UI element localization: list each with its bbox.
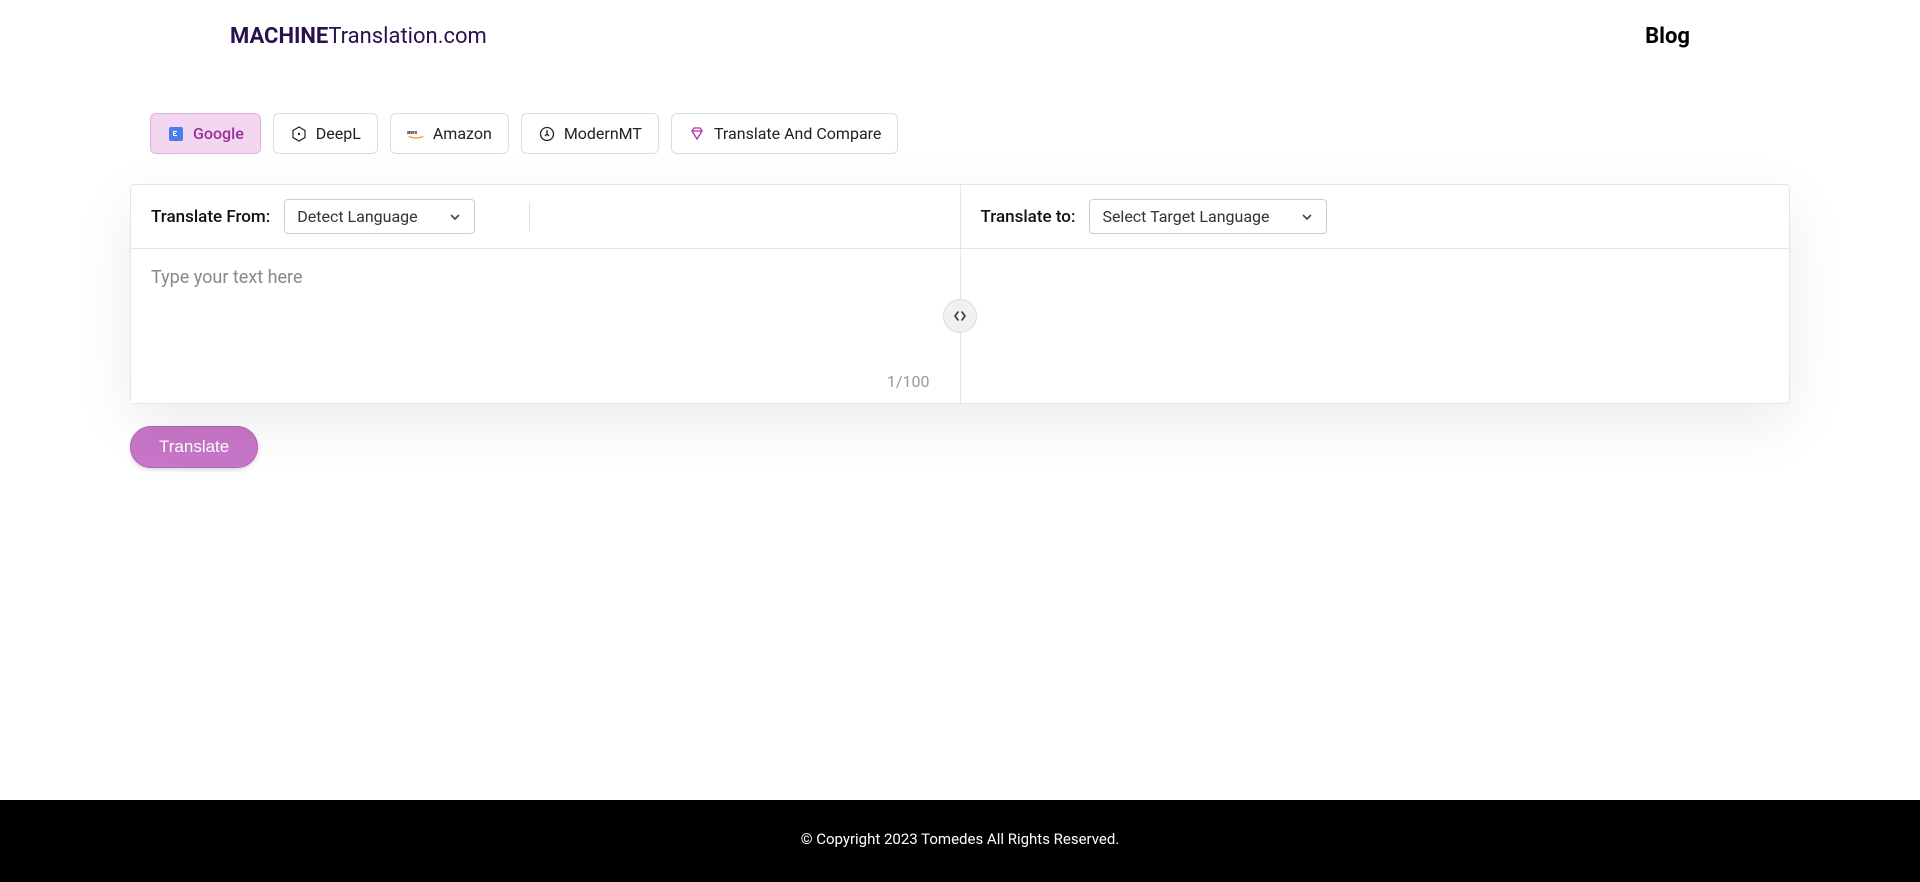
character-count: 1/100	[887, 372, 930, 391]
target-language-select[interactable]: Select Target Language	[1089, 199, 1326, 234]
engine-tabs: Google DeepL aws Amazon ModernMT Transla…	[150, 113, 1790, 154]
engine-tab-deepl[interactable]: DeepL	[273, 113, 378, 154]
source-pane-header: Translate From: Detect Language	[131, 185, 960, 249]
site-logo[interactable]: MACHINETranslation.com	[230, 24, 487, 49]
target-language-value: Select Target Language	[1102, 207, 1269, 226]
tab-label: Amazon	[433, 124, 492, 143]
google-icon	[167, 125, 185, 143]
logo-rest: Translation.com	[328, 24, 487, 49]
swap-icon	[952, 308, 968, 324]
translator-card: Translate From: Detect Language 1/100 Tr…	[130, 184, 1790, 404]
svg-text:aws: aws	[407, 130, 417, 136]
tab-label: Google	[193, 124, 244, 143]
diamond-icon	[688, 125, 706, 143]
target-text-output	[961, 249, 1790, 403]
blog-link[interactable]: Blog	[1645, 24, 1690, 49]
chevron-down-icon	[448, 210, 462, 224]
divider	[529, 203, 530, 231]
engine-tab-modernmt[interactable]: ModernMT	[521, 113, 659, 154]
deepl-icon	[290, 125, 308, 143]
chevron-down-icon	[1300, 210, 1314, 224]
engine-tab-amazon[interactable]: aws Amazon	[390, 113, 509, 154]
source-language-select[interactable]: Detect Language	[284, 199, 474, 234]
amazon-icon: aws	[407, 125, 425, 143]
source-pane: Translate From: Detect Language 1/100	[131, 185, 961, 403]
source-language-value: Detect Language	[297, 207, 417, 226]
swap-languages-button[interactable]	[943, 299, 977, 333]
target-pane: Translate to: Select Target Language	[961, 185, 1790, 403]
tab-label: DeepL	[316, 124, 361, 143]
main-content: Google DeepL aws Amazon ModernMT Transla…	[0, 113, 1920, 468]
source-text-input[interactable]	[131, 249, 960, 403]
site-header: MACHINETranslation.com Blog	[0, 0, 1920, 73]
translate-to-label: Translate to:	[981, 207, 1076, 227]
modernmt-icon	[538, 125, 556, 143]
copyright-text: © Copyright 2023 Tomedes All Rights Rese…	[801, 830, 1120, 848]
translate-button[interactable]: Translate	[130, 426, 258, 468]
site-footer: © Copyright 2023 Tomedes All Rights Rese…	[0, 800, 1920, 882]
translate-from-label: Translate From:	[151, 207, 270, 227]
engine-tab-compare[interactable]: Translate And Compare	[671, 113, 898, 154]
tab-label: Translate And Compare	[714, 124, 881, 143]
tab-label: ModernMT	[564, 124, 642, 143]
target-pane-header: Translate to: Select Target Language	[961, 185, 1790, 249]
engine-tab-google[interactable]: Google	[150, 113, 261, 154]
logo-bold: MACHINE	[230, 24, 328, 49]
